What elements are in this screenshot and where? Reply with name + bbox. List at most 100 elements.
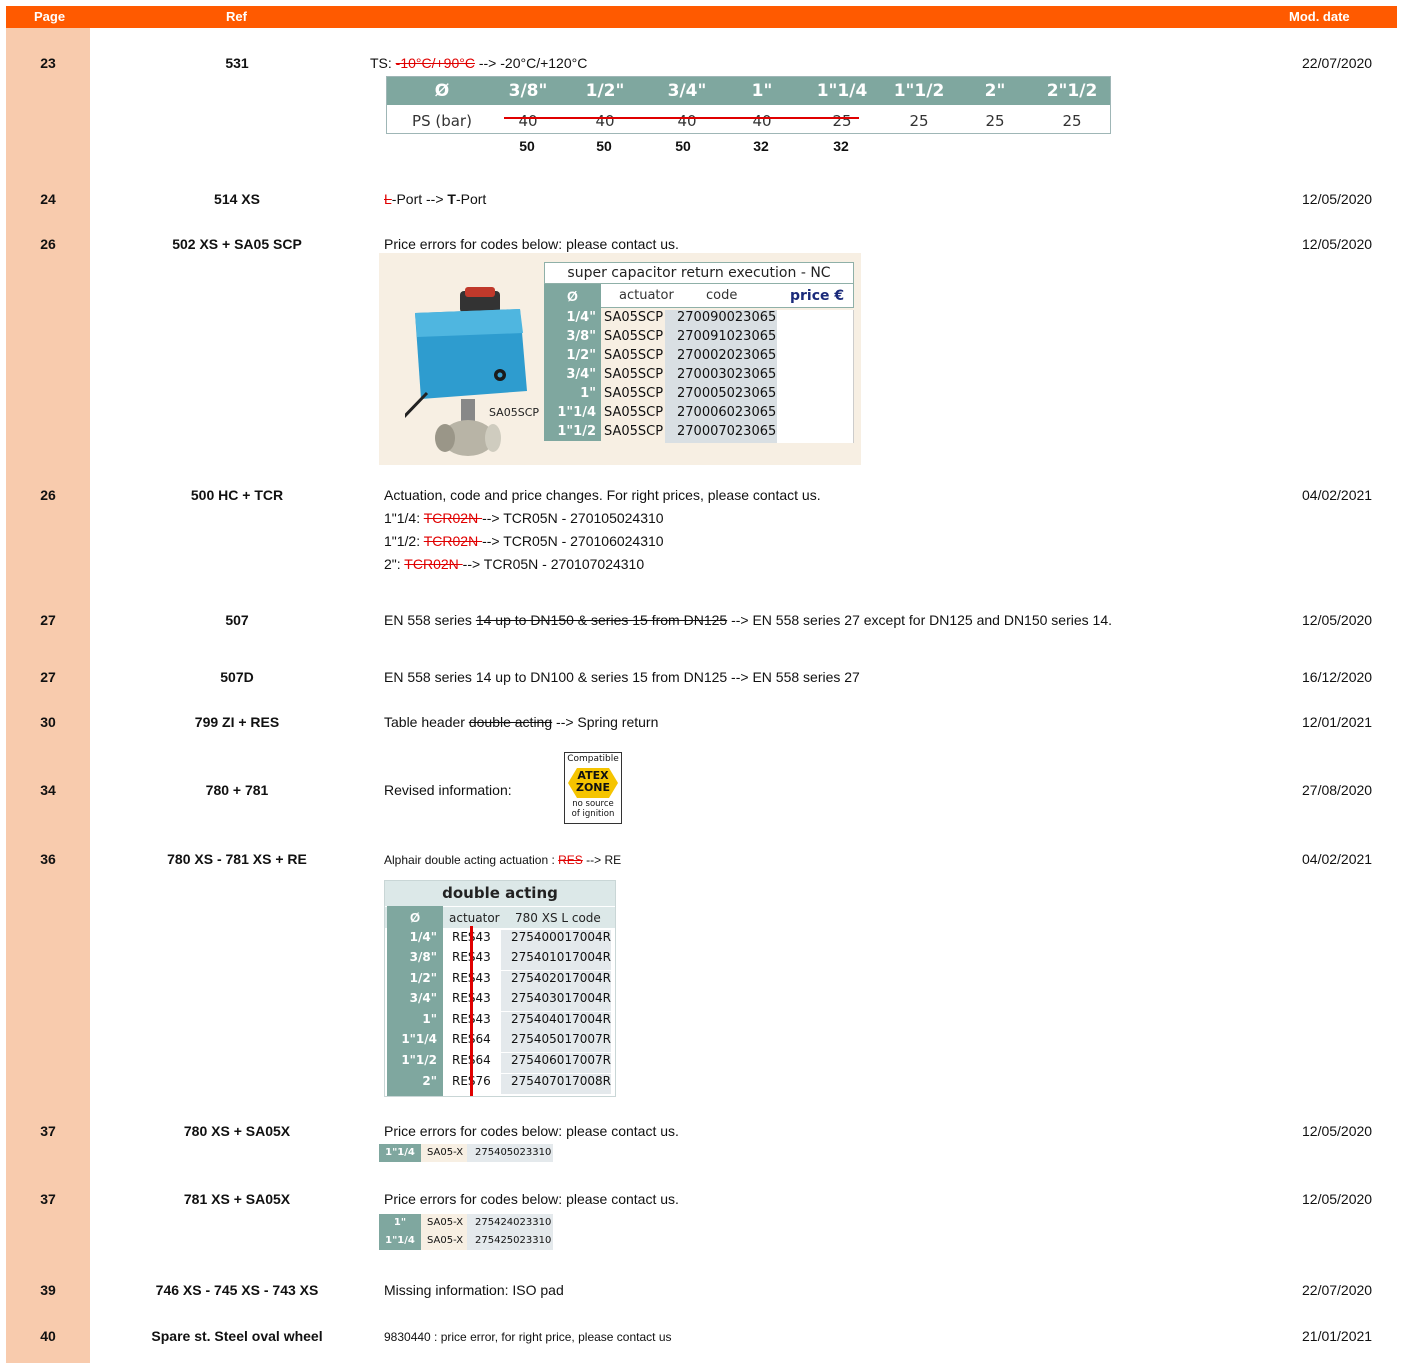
row-ref: 781 XS + SA05X [183,1191,291,1207]
row-date: 22/07/2020 [1302,1282,1373,1298]
row-page: 34 [40,782,56,798]
strike-line [470,926,473,1096]
table-header: Page Ref Mod. date [6,6,1397,28]
row-description: TS: -10°C/+90°C --> -20°C/+120°C [370,55,588,71]
header-mod-date: Mod. date [1289,9,1350,24]
ts-head-diameter: Ø [434,81,450,101]
row-date: 27/08/2020 [1302,782,1373,798]
ts-new-value: 32 [753,138,769,154]
row-page: 37 [40,1191,56,1207]
table-row: 2"RES76275407017008R [385,1074,615,1094]
actuator-valve-image [405,287,527,456]
row-description: 9830440 : price error, for right price, … [384,1330,672,1344]
table-row: 1/4"RES43275400017004R [385,930,615,950]
ts-ps-label: PS (bar) [412,112,472,130]
row-ref: 531 [225,55,249,71]
row-ref: 799 ZI + RES [194,714,280,730]
scp-head-diameter: Ø [567,288,578,304]
row-page: 27 [40,612,56,628]
ts-ps-value: 25 [909,112,929,130]
table-row: 3/8"RES43275401017004R [385,950,615,970]
ts-size: 2" [984,81,1006,101]
row-description: Table header double acting --> Spring re… [384,714,659,730]
row-date: 12/05/2020 [1302,236,1373,252]
row-description: EN 558 series 14 up to DN150 & series 15… [384,612,1112,628]
row-page: 36 [40,851,56,867]
double-acting-table: double acting actuator 780 XS L code Ø 1… [384,880,616,1097]
table-row: 1"1/2RES64275406017007R [385,1053,615,1073]
ts-new-value: 50 [596,138,612,154]
ts-ps-value: 40 [752,112,772,130]
row-description: Alphair double acting actuation : RES --… [384,853,622,867]
scp-head-code: code [706,288,738,303]
row-ref: 507D [220,669,254,685]
row-description: Price errors for codes below: please con… [384,236,679,252]
row-description: EN 558 series 14 up to DN100 & series 15… [384,669,860,685]
strike-line [504,117,859,119]
table-row: 1"1/2 SA05SCP 270007023065 [544,424,854,443]
row-page: 40 [40,1328,56,1344]
table-row: 3/8" SA05SCP 270091023065 [544,329,854,348]
row-page: 26 [40,236,56,252]
ts-ps-value: 25 [1062,112,1082,130]
row-ref: Spare st. Steel oval wheel [151,1328,323,1344]
table-row: 1"1/4 SA05SCP 270006023065 [544,405,854,424]
ts-size: 1"1/2 [893,81,945,101]
table-row: 1/4" SA05SCP 270090023065 [544,310,854,329]
row-description: Price errors for codes below: please con… [384,1191,679,1207]
ts-size: 2"1/2 [1046,81,1098,101]
table-row: 1"RES43275404017004R [385,1012,615,1032]
ts-ps-value: 25 [832,112,852,130]
ts-ps-value: 40 [677,112,697,130]
ts-ps-value: 40 [595,112,615,130]
row-date: 12/05/2020 [1302,1191,1373,1207]
header-page: Page [34,9,66,24]
row-date: 22/07/2020 [1302,55,1373,71]
row-description: L-Port --> T-Port [384,191,487,207]
scp-table-title: super capacitor return execution - NC [544,262,854,284]
da-table-title: double acting [385,881,615,906]
row-ref: 780 XS - 781 XS + RE [167,851,307,867]
row-date: 12/05/2020 [1302,191,1373,207]
row-page: 27 [40,669,56,685]
ts-ps-value: 25 [985,112,1005,130]
row-date: 04/02/2021 [1302,487,1373,503]
row-description: Price errors for codes below: please con… [384,1123,679,1139]
row-description: Missing information: ISO pad [384,1282,564,1298]
row-ref: 502 XS + SA05 SCP [172,236,302,252]
scp-price-table: super capacitor return execution - NC ac… [544,262,854,443]
image-label: SA05SCP [489,406,540,419]
row-date: 21/01/2021 [1302,1328,1373,1344]
row-ref: 514 XS [214,191,260,207]
sa05scp-product-block: SA05SCP super capacitor return execution… [379,253,861,465]
row-ref: 746 XS - 745 XS - 743 XS [155,1282,319,1298]
ts-size: 3/8" [508,81,548,101]
ts-pressure-table: Ø 3/8" 1/2" 3/4" 1" 1"1/4 1"1/2 2" 2"1/2… [386,76,1111,134]
ts-size: 3/4" [667,81,707,101]
row-date: 12/01/2021 [1302,714,1373,730]
row-page: 26 [40,487,56,503]
row-page: 37 [40,1123,56,1139]
da-head-code: 780 XS L code [515,911,601,925]
scp-head-actuator: actuator [619,288,674,303]
row-date: 12/05/2020 [1302,1123,1373,1139]
ts-size: 1"1/4 [816,81,868,101]
row-date: 12/05/2020 [1302,612,1373,628]
row-page: 39 [40,1282,56,1298]
ts-ps-value: 40 [518,112,538,130]
ts-size: 1" [751,81,773,101]
table-row: 1/2" SA05SCP 270002023065 [544,348,854,367]
old-value: -10°C/+90°C [395,55,475,71]
ts-new-value: 50 [519,138,535,154]
scp-head-price: price € [790,288,845,304]
row-ref: 507 [225,612,249,628]
row-page: 24 [40,191,56,207]
da-head-actuator: actuator [449,911,500,925]
row-page: 30 [40,714,56,730]
da-head-diameter: Ø [409,910,421,925]
ts-new-value: 50 [675,138,691,154]
ts-size: 1/2" [585,81,625,101]
atex-badge-icon: Compatible ATEX ZONE no source of ignition [564,752,622,824]
row-ref: 780 + 781 [205,782,269,798]
table-row: 1"1/4RES64275405017007R [385,1032,615,1052]
